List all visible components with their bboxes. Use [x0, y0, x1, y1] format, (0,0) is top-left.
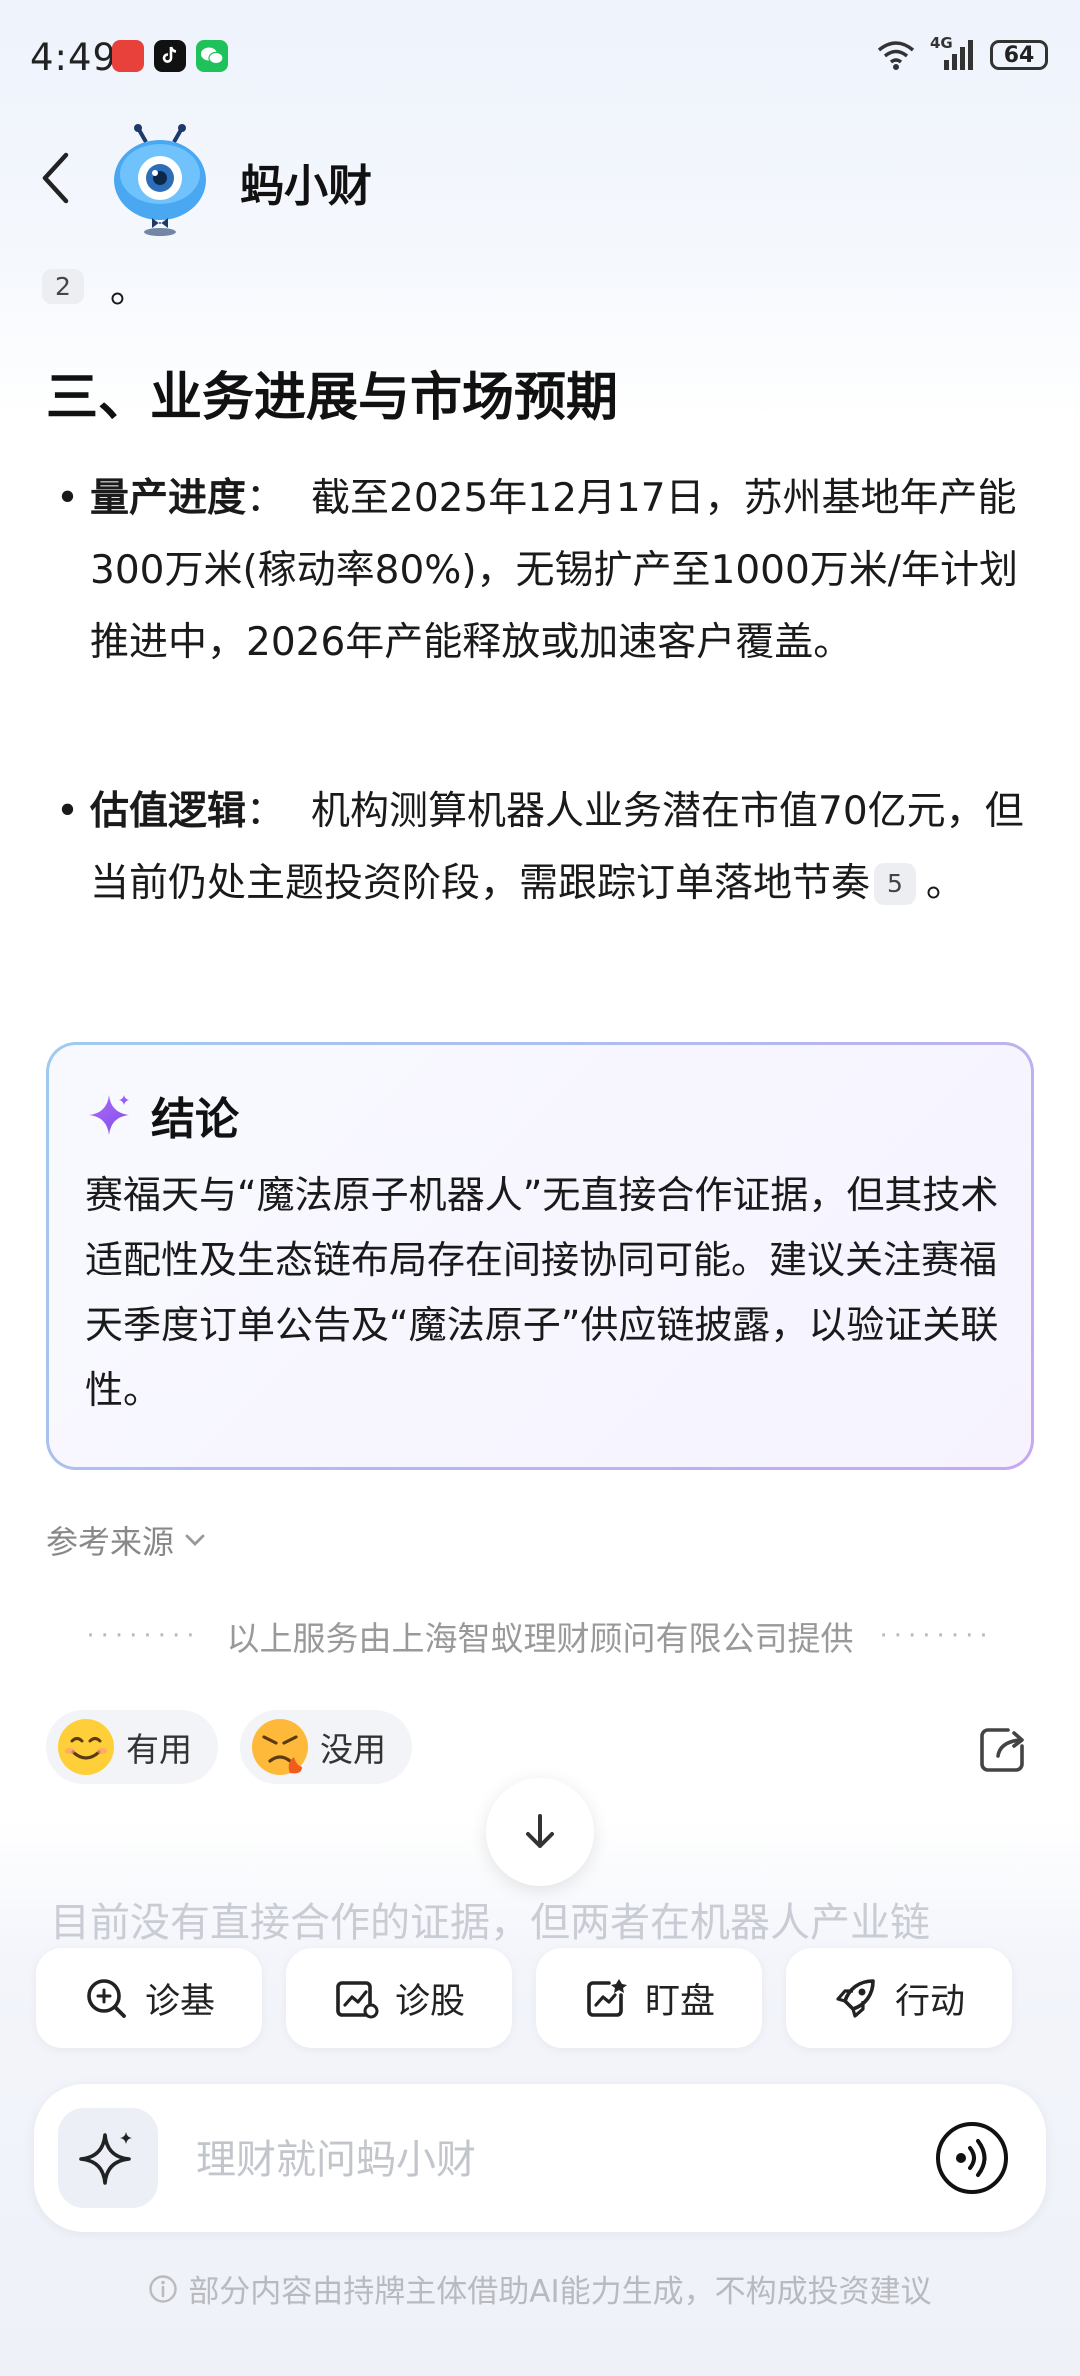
divider-dots: ········ [86, 1621, 201, 1651]
chat-header: 蚂小财 [0, 118, 1080, 238]
chevron-left-icon [42, 152, 69, 204]
watch-market-icon [587, 1979, 627, 2017]
chevron-down-icon [185, 1534, 205, 1546]
sources-label: 参考来源 [46, 1523, 175, 1561]
wechat-icon [196, 40, 228, 72]
bullet-label: 量产进度 [90, 476, 247, 521]
rocket-icon [836, 1979, 875, 2018]
status-indicators: 4G 64 [876, 34, 1048, 72]
scroll-down-button[interactable] [486, 1778, 594, 1886]
reference-line: 2 。 [42, 258, 149, 314]
quick-action-label: 诊基 [144, 1981, 215, 2022]
conclusion-body: 赛福天与“魔法原子机器人”无直接合作证据，但其技术适配性及生态链布局存在间接协同… [85, 1173, 999, 1412]
reference-badge[interactable]: 5 [874, 863, 916, 905]
chat-input[interactable] [194, 2124, 918, 2196]
conclusion-header: 结论 [87, 1083, 239, 1147]
quick-action-stock-diagnosis[interactable]: 诊股 [286, 1948, 512, 2048]
quick-action-label: 诊股 [394, 1981, 465, 2022]
list-item-valuation-logic: • 估值逻辑： 机构测算机器人业务潜在市值70亿元，但当前仍处主题投资阶段，需跟踪… [56, 776, 1032, 920]
disclaimer-text: 部分内容由持牌主体借助AI能力生成，不构成投资建议 [188, 2274, 932, 2310]
status-bar: 4:49 4G 64 [0, 0, 1080, 118]
chat-title: 蚂小财 [240, 161, 372, 212]
tiktok-icon [154, 40, 186, 72]
conclusion-card: 结论 赛福天与“魔法原子机器人”无直接合作证据，但其技术适配性及生态链布局存在间… [46, 1042, 1034, 1470]
divider-dots: ········ [879, 1621, 994, 1651]
quick-action-label: 盯盘 [644, 1981, 715, 2022]
useful-label: 有用 [126, 1730, 192, 1769]
quick-action-fund-diagnosis[interactable]: 诊基 [36, 1948, 262, 2048]
share-icon[interactable] [978, 1724, 1028, 1774]
ai-disclaimer: 部分内容由持牌主体借助AI能力生成，不构成投资建议 [0, 2266, 1080, 2311]
reference-period: 。 [109, 267, 149, 312]
ai-sparkle-button[interactable] [58, 2108, 158, 2208]
quick-action-take-action[interactable]: 行动 [786, 1948, 1012, 2048]
section-heading: 三、业务进展与市场预期 [46, 367, 619, 428]
bullet-colon: ： [246, 476, 286, 521]
fund-diagnosis-icon [87, 1979, 126, 2018]
sources-toggle[interactable]: 参考来源 [46, 1517, 206, 1563]
sparkle-icon [79, 2132, 132, 2185]
provider-text: 以上服务由上海智蚁理财顾问有限公司提供 [226, 1619, 854, 1658]
useless-label: 没用 [320, 1730, 386, 1769]
signal-icon: 4G [930, 34, 976, 72]
back-button[interactable] [30, 148, 80, 208]
arrow-down-icon [526, 1814, 554, 1848]
bullet-text: 估值逻辑： 机构测算机器人业务潜在市值70亿元，但当前仍处主题投资阶段，需跟踪订单… [90, 776, 1032, 920]
angry-emoji-icon [250, 1717, 310, 1777]
app-notification-icon-red [112, 40, 144, 72]
ant-mascot-avatar[interactable] [108, 124, 212, 236]
stock-diagnosis-icon [336, 1981, 379, 2019]
provider-notice: ········ 以上服务由上海智蚁理财顾问有限公司提供 ········ [46, 1612, 1034, 1660]
bullet-dot: • [56, 476, 80, 521]
voice-input-icon[interactable] [934, 2120, 1010, 2196]
useful-button[interactable]: 有用 [46, 1710, 218, 1784]
bullet-end: 。 [925, 861, 965, 906]
bullet-label: 估值逻辑 [90, 789, 247, 834]
bullet-colon: ： [246, 789, 286, 834]
status-time: 4:49 [30, 36, 118, 79]
useless-button[interactable]: 没用 [240, 1710, 412, 1784]
faded-preview-text: 目前没有直接合作的证据，但两者在机器人产业链 [50, 1900, 930, 1946]
bullet-text: 量产进度： 截至2025年12月17日，苏州基地年产能300万米(稼动率80%)，… [90, 463, 1032, 679]
quick-action-watch-market[interactable]: 盯盘 [536, 1948, 762, 2048]
wifi-icon [877, 41, 915, 70]
bullet-dot: • [56, 789, 80, 834]
battery-indicator: 64 [990, 40, 1048, 70]
chat-input-bar [34, 2084, 1046, 2232]
info-icon [149, 2274, 178, 2303]
list-item-production-progress: • 量产进度： 截至2025年12月17日，苏州基地年产能300万米(稼动率80%… [56, 463, 1032, 679]
sparkle-icon [89, 1095, 129, 1135]
reference-badge[interactable]: 2 [42, 268, 84, 304]
quick-action-label: 行动 [894, 1981, 965, 2022]
smile-emoji-icon [56, 1717, 116, 1777]
conclusion-title: 结论 [151, 1094, 239, 1145]
